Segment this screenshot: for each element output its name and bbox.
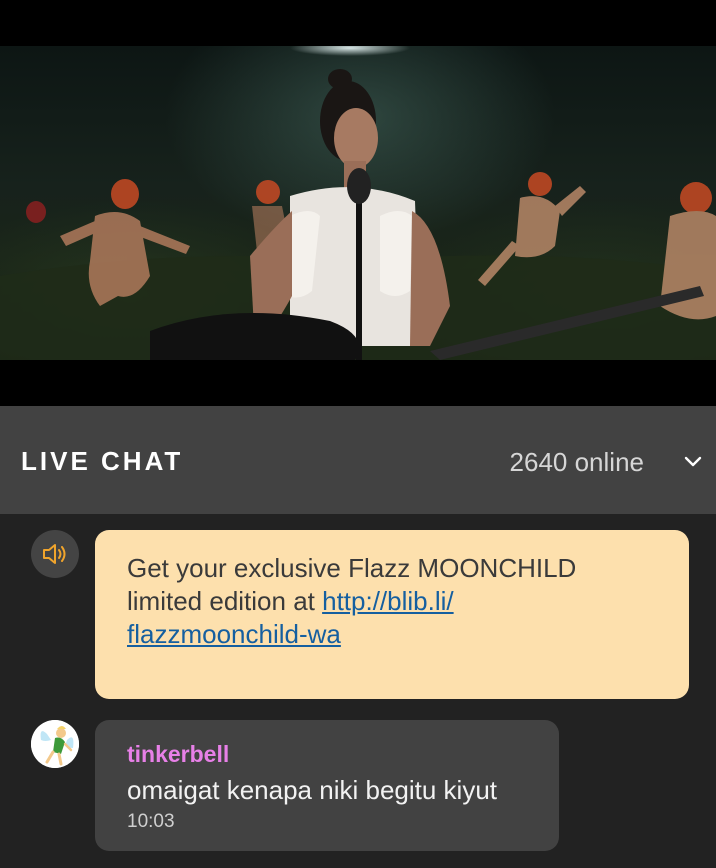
promo-message: Get your exclusive Flazz MOONCHILD limit… [95, 530, 689, 699]
message-text: omaigat kenapa niki begitu kiyut [127, 775, 498, 805]
chat-message-list[interactable]: Get your exclusive Flazz MOONCHILD limit… [0, 514, 716, 868]
live-chat-title: LIVE CHAT [21, 446, 184, 476]
promo-link-line1: http://blib.li/ [322, 586, 454, 616]
promo-link-line2: flazzmoonchild-wa [127, 619, 341, 649]
video-frame[interactable] [0, 46, 716, 360]
speaker-icon [31, 530, 79, 578]
live-chat-screen: LIVE CHAT 2640 online Get your exclusive… [0, 0, 716, 868]
fairy-avatar-icon[interactable] [31, 720, 79, 768]
live-chat-header[interactable]: LIVE CHAT 2640 online [0, 406, 716, 514]
chat-message: tinkerbell omaigat kenapa niki begitu ki… [95, 720, 559, 851]
message-username[interactable]: tinkerbell [127, 740, 527, 768]
video-scene-illustration [0, 69, 716, 360]
video-player[interactable] [0, 0, 716, 406]
chevron-down-icon[interactable] [681, 450, 705, 474]
online-count: 2640 online [509, 447, 644, 477]
message-timestamp: 10:03 [127, 811, 175, 832]
